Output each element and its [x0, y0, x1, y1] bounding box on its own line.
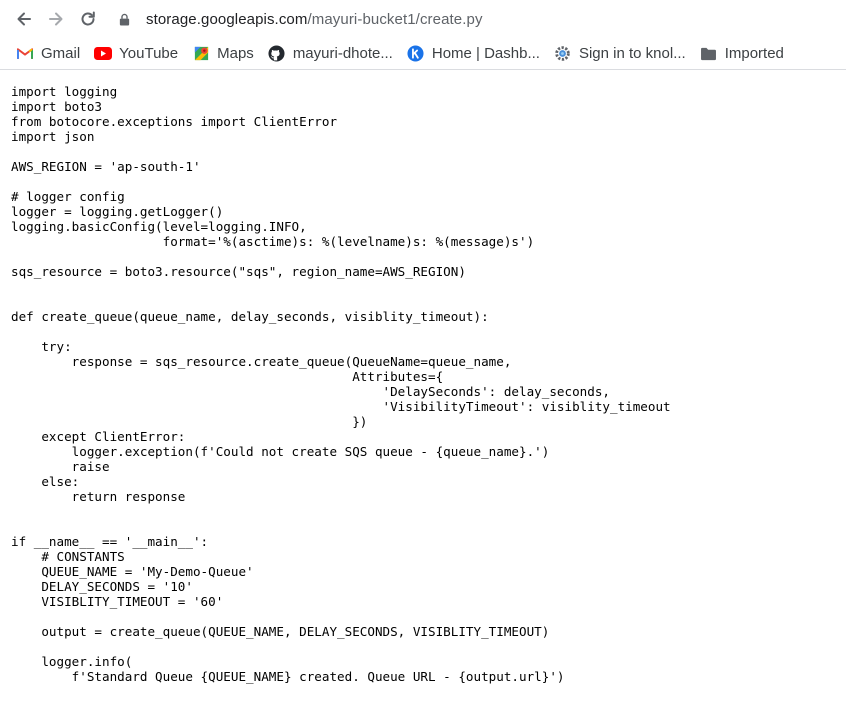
- knoldus-icon: [407, 45, 425, 63]
- url-path: /mayuri-bucket1/create.py: [307, 10, 483, 28]
- bookmark-label: Maps: [217, 45, 254, 62]
- bookmark-folder-imported[interactable]: Imported: [700, 40, 784, 68]
- forward-button[interactable]: [41, 4, 71, 34]
- bookmark-maps[interactable]: Maps: [192, 40, 254, 68]
- bookmark-label: Gmail: [41, 45, 81, 62]
- address-bar[interactable]: storage.googleapis.com/mayuri-bucket1/cr…: [106, 2, 842, 36]
- bookmark-home-dashboard[interactable]: Home | Dashb...: [407, 40, 540, 68]
- maps-icon: [192, 45, 210, 63]
- bookmark-label: Home | Dashb...: [431, 45, 540, 62]
- bookmarks-bar: Gmail YouTube Maps mayuri-dhote... Home …: [0, 38, 846, 70]
- bookmark-label: YouTube: [119, 45, 179, 62]
- lock-icon: [118, 12, 132, 26]
- back-arrow-icon: [17, 12, 31, 26]
- bookmark-youtube[interactable]: YouTube: [94, 40, 178, 68]
- bookmark-label: Sign in to knol...: [578, 45, 686, 62]
- github-icon: [268, 45, 286, 63]
- forward-arrow-icon: [49, 12, 63, 26]
- youtube-icon: [94, 45, 113, 63]
- url-domain: storage.googleapis.com: [146, 10, 308, 28]
- bookmark-github[interactable]: mayuri-dhote...: [268, 40, 393, 68]
- url-text: storage.googleapis.com/mayuri-bucket1/cr…: [146, 11, 483, 28]
- reload-button[interactable]: [73, 4, 103, 34]
- bookmark-label: mayuri-dhote...: [292, 45, 393, 62]
- page-content: import logging import boto3 from botocor…: [0, 70, 846, 720]
- gmail-icon: [16, 45, 34, 63]
- folder-icon: [700, 45, 718, 63]
- bookmark-label: Imported: [724, 45, 784, 62]
- knol-icon: [554, 45, 572, 63]
- reload-icon: [81, 11, 95, 26]
- file-source-code: import logging import boto3 from botocor…: [11, 84, 671, 684]
- bookmark-gmail[interactable]: Gmail: [16, 40, 80, 68]
- bookmark-sign-in-knol[interactable]: Sign in to knol...: [554, 40, 686, 68]
- browser-toolbar: storage.googleapis.com/mayuri-bucket1/cr…: [0, 0, 846, 38]
- back-button[interactable]: [9, 4, 39, 34]
